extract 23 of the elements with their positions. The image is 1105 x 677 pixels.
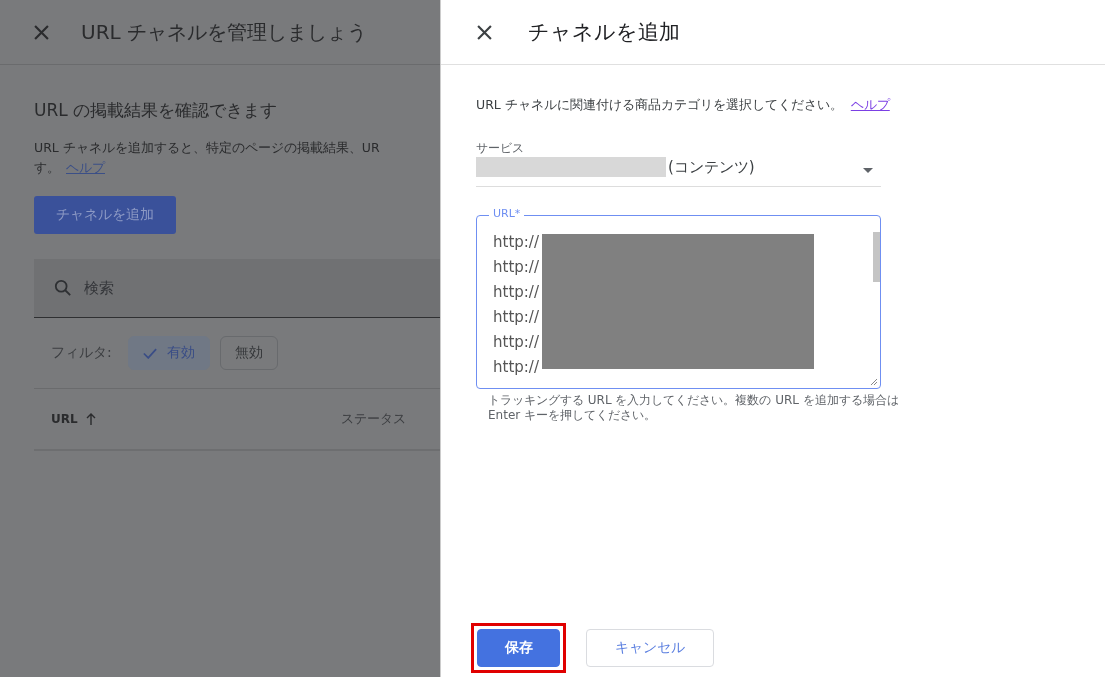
field-hint: トラッキングする URL を入力してください。複数の URL を追加する場合は Enter キーを押してください。 bbox=[488, 393, 900, 423]
resize-handle-icon[interactable] bbox=[870, 378, 878, 386]
page-title: URL チャネルを管理しましょう bbox=[81, 18, 368, 46]
column-header[interactable]: URL bbox=[34, 412, 96, 426]
section-heading: URL の掲載結果を確認できます bbox=[34, 99, 279, 122]
cancel-button[interactable]: キャンセル bbox=[586, 629, 714, 667]
help-link[interactable]: ヘルプ bbox=[850, 97, 890, 112]
filter-chip[interactable]: 無効 bbox=[219, 336, 278, 370]
close-icon[interactable] bbox=[477, 24, 492, 40]
save-button[interactable]: 保存 bbox=[477, 629, 560, 667]
add-channel-button[interactable]: チャネルを追加 bbox=[34, 196, 176, 234]
sort-arrow-icon bbox=[85, 413, 96, 425]
description-text: す。 bbox=[34, 160, 60, 175]
dialog-title: チャネルを追加 bbox=[528, 19, 680, 46]
service-dropdown[interactable]: サービス (コンテンツ) bbox=[476, 140, 881, 187]
help-link[interactable]: ヘルプ bbox=[66, 160, 105, 175]
scrollbar-thumb[interactable] bbox=[873, 232, 880, 282]
description-text: URL チャネルを追加すると、特定のページの掲載結果、UR bbox=[34, 140, 380, 155]
check-icon bbox=[142, 347, 157, 359]
instruction-text: URL チャネルに関連付ける商品カテゴリを選択してください。 bbox=[476, 97, 843, 112]
dropdown-caret-icon bbox=[863, 168, 873, 173]
search-bar[interactable]: 検索 bbox=[34, 259, 440, 318]
search-icon bbox=[54, 279, 72, 297]
